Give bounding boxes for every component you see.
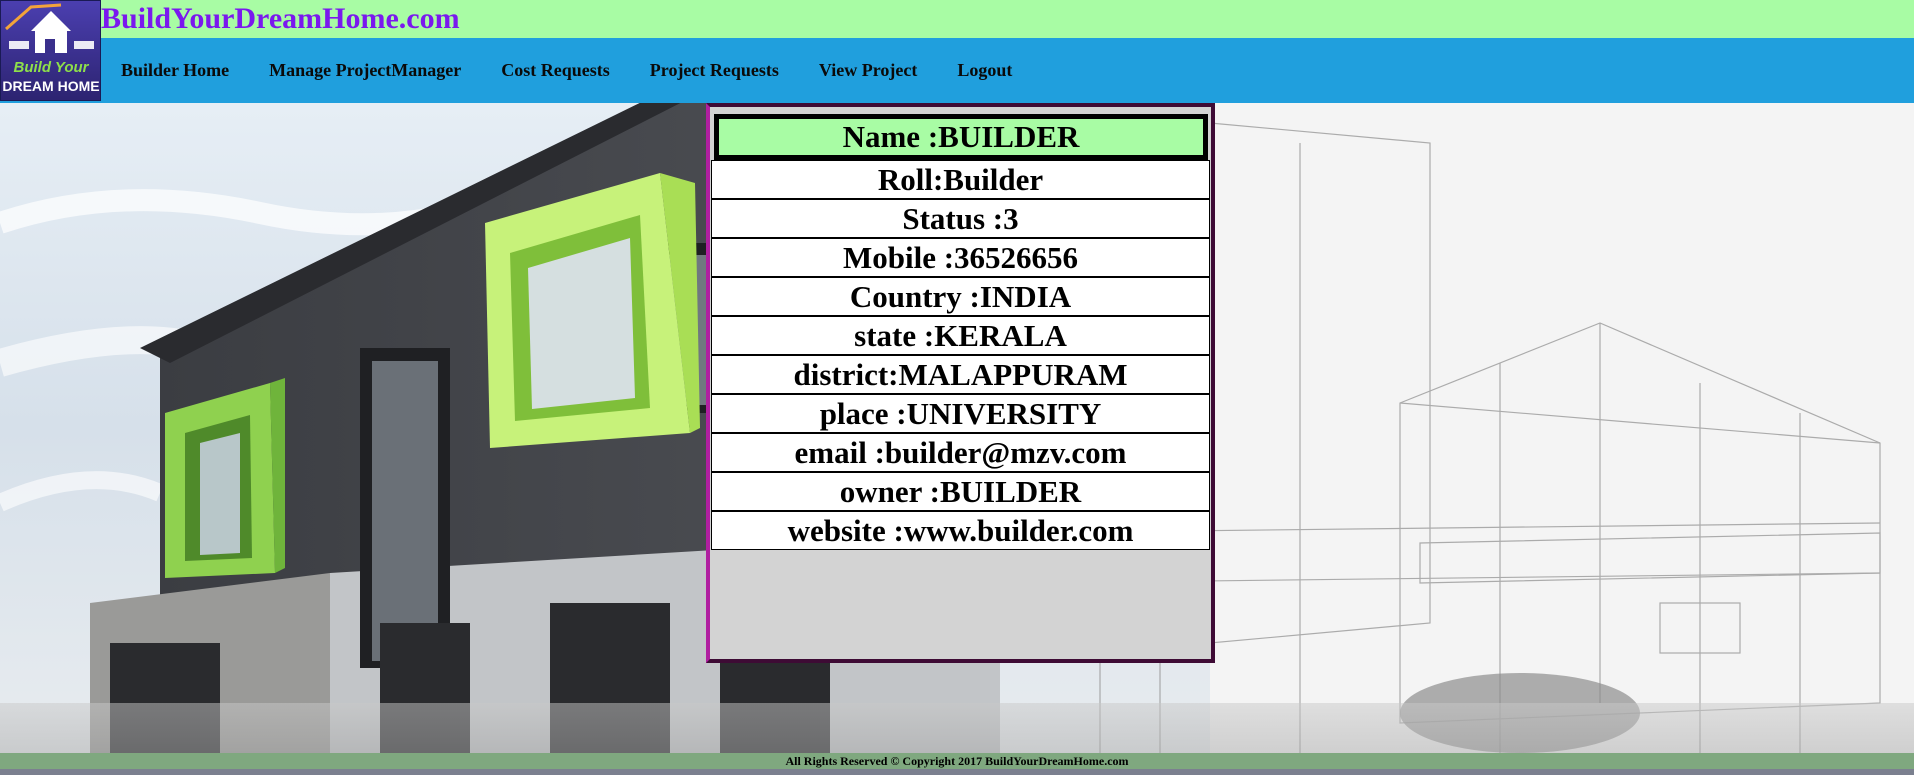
- footer-strip: [0, 769, 1914, 775]
- nav-project-requests[interactable]: Project Requests: [650, 60, 779, 81]
- profile-mobile: Mobile :36526656: [711, 238, 1210, 277]
- profile-role: Roll:Builder: [711, 160, 1210, 199]
- logo-text-bottom: DREAM HOME: [2, 78, 99, 94]
- house-logo-icon: Build Your DREAM HOME: [1, 1, 100, 100]
- nav-manage-projectmanager[interactable]: Manage ProjectManager: [269, 60, 461, 81]
- profile-website: website :www.builder.com: [711, 511, 1210, 550]
- profile-place: place :UNIVERSITY: [711, 394, 1210, 433]
- main-nav: Builder Home Manage ProjectManager Cost …: [101, 38, 1032, 103]
- profile-owner: owner :BUILDER: [711, 472, 1210, 511]
- nav-builder-home[interactable]: Builder Home: [121, 60, 229, 81]
- profile-panel: Name :BUILDER Roll:Builder Status :3 Mob…: [706, 103, 1215, 663]
- profile-country: Country :INDIA: [711, 277, 1210, 316]
- nav-view-project[interactable]: View Project: [819, 60, 917, 81]
- profile-name: Name :BUILDER: [714, 114, 1208, 160]
- footer-copyright: All Rights Reserved © Copyright 2017 Bui…: [0, 753, 1914, 769]
- profile-email: email :builder@mzv.com: [711, 433, 1210, 472]
- logo-text-top: Build Your: [14, 59, 90, 76]
- profile-status: Status :3: [711, 199, 1210, 238]
- nav-cost-requests[interactable]: Cost Requests: [501, 60, 610, 81]
- profile-district: district:MALAPPURAM: [711, 355, 1210, 394]
- profile-info-list: Roll:Builder Status :3 Mobile :36526656 …: [711, 156, 1210, 550]
- site-logo[interactable]: Build Your DREAM HOME: [0, 0, 101, 101]
- site-title[interactable]: BuildYourDreamHome.com: [101, 0, 460, 38]
- profile-state: state :KERALA: [711, 316, 1210, 355]
- nav-logout[interactable]: Logout: [957, 60, 1012, 81]
